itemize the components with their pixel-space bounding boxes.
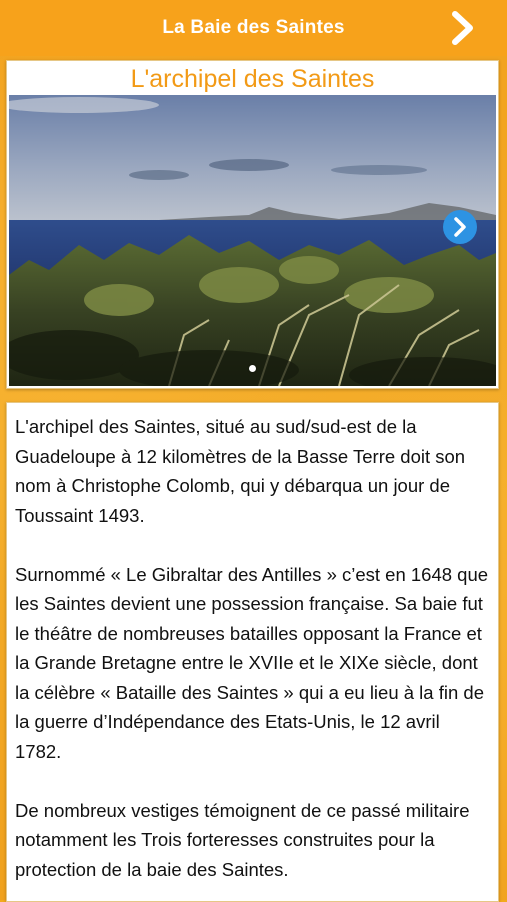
hero-image[interactable] xyxy=(9,95,496,386)
gallery-title: L'archipel des Saintes xyxy=(130,65,375,93)
page-dot[interactable] xyxy=(249,365,256,372)
article-paragraph: De nombreux vestiges témoignent de ce pa… xyxy=(15,799,470,880)
page-indicator[interactable] xyxy=(9,365,496,372)
article-card: L'archipel des Saintes, situé au sud/sud… xyxy=(6,402,499,902)
article-paragraph: L'archipel des Saintes, situé au sud/sud… xyxy=(15,416,466,526)
page-title: La Baie des Saintes xyxy=(162,17,345,38)
article-paragraph: Surnommé « Le Gibraltar des Antilles » c… xyxy=(15,563,489,762)
chevron-right-icon[interactable] xyxy=(449,10,477,46)
gallery-card: L'archipel des Saintes xyxy=(6,60,499,389)
chevron-right-circle-icon[interactable] xyxy=(442,209,478,245)
article-text: L'archipel des Saintes, situé au sud/sud… xyxy=(15,412,489,901)
top-bar: La Baie des Saintes xyxy=(0,0,507,56)
